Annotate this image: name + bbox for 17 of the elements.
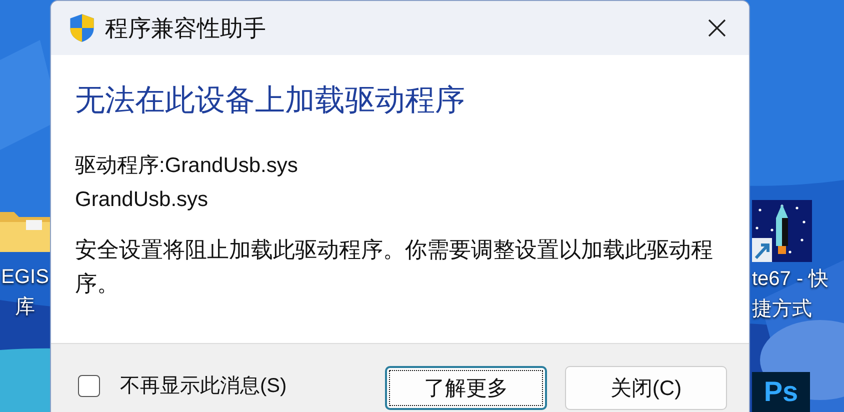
close-icon[interactable] [707, 18, 727, 38]
app-icon[interactable]: Ps [752, 372, 810, 412]
icon-label: EGIS [1, 265, 49, 290]
dialog-button[interactable]: 关闭(C) [565, 366, 727, 410]
icon-label: te67 - 快 [752, 267, 829, 292]
checkbox-label[interactable]: 不再显示此消息(S) [120, 372, 287, 399]
icon-label: 库 [15, 295, 35, 320]
message-text: 安全设置将阻止加载此驱动程序。你需要调整设置以加载此驱动程序。 [75, 236, 714, 298]
dialog-heading: 无法在此设备上加载驱动程序 [75, 83, 466, 119]
detail-text: GrandUsb.sys [75, 187, 210, 213]
detail-text: 驱动程序:GrandUsb.sys [75, 153, 299, 179]
checkbox[interactable] [78, 374, 100, 396]
rocket-icon[interactable] [752, 200, 812, 262]
shield-icon [69, 13, 95, 43]
icon-label: 捷方式 [752, 297, 812, 322]
window-title: 程序兼容性助手 [105, 14, 267, 42]
dialog-button[interactable]: 了解更多 [385, 366, 547, 410]
